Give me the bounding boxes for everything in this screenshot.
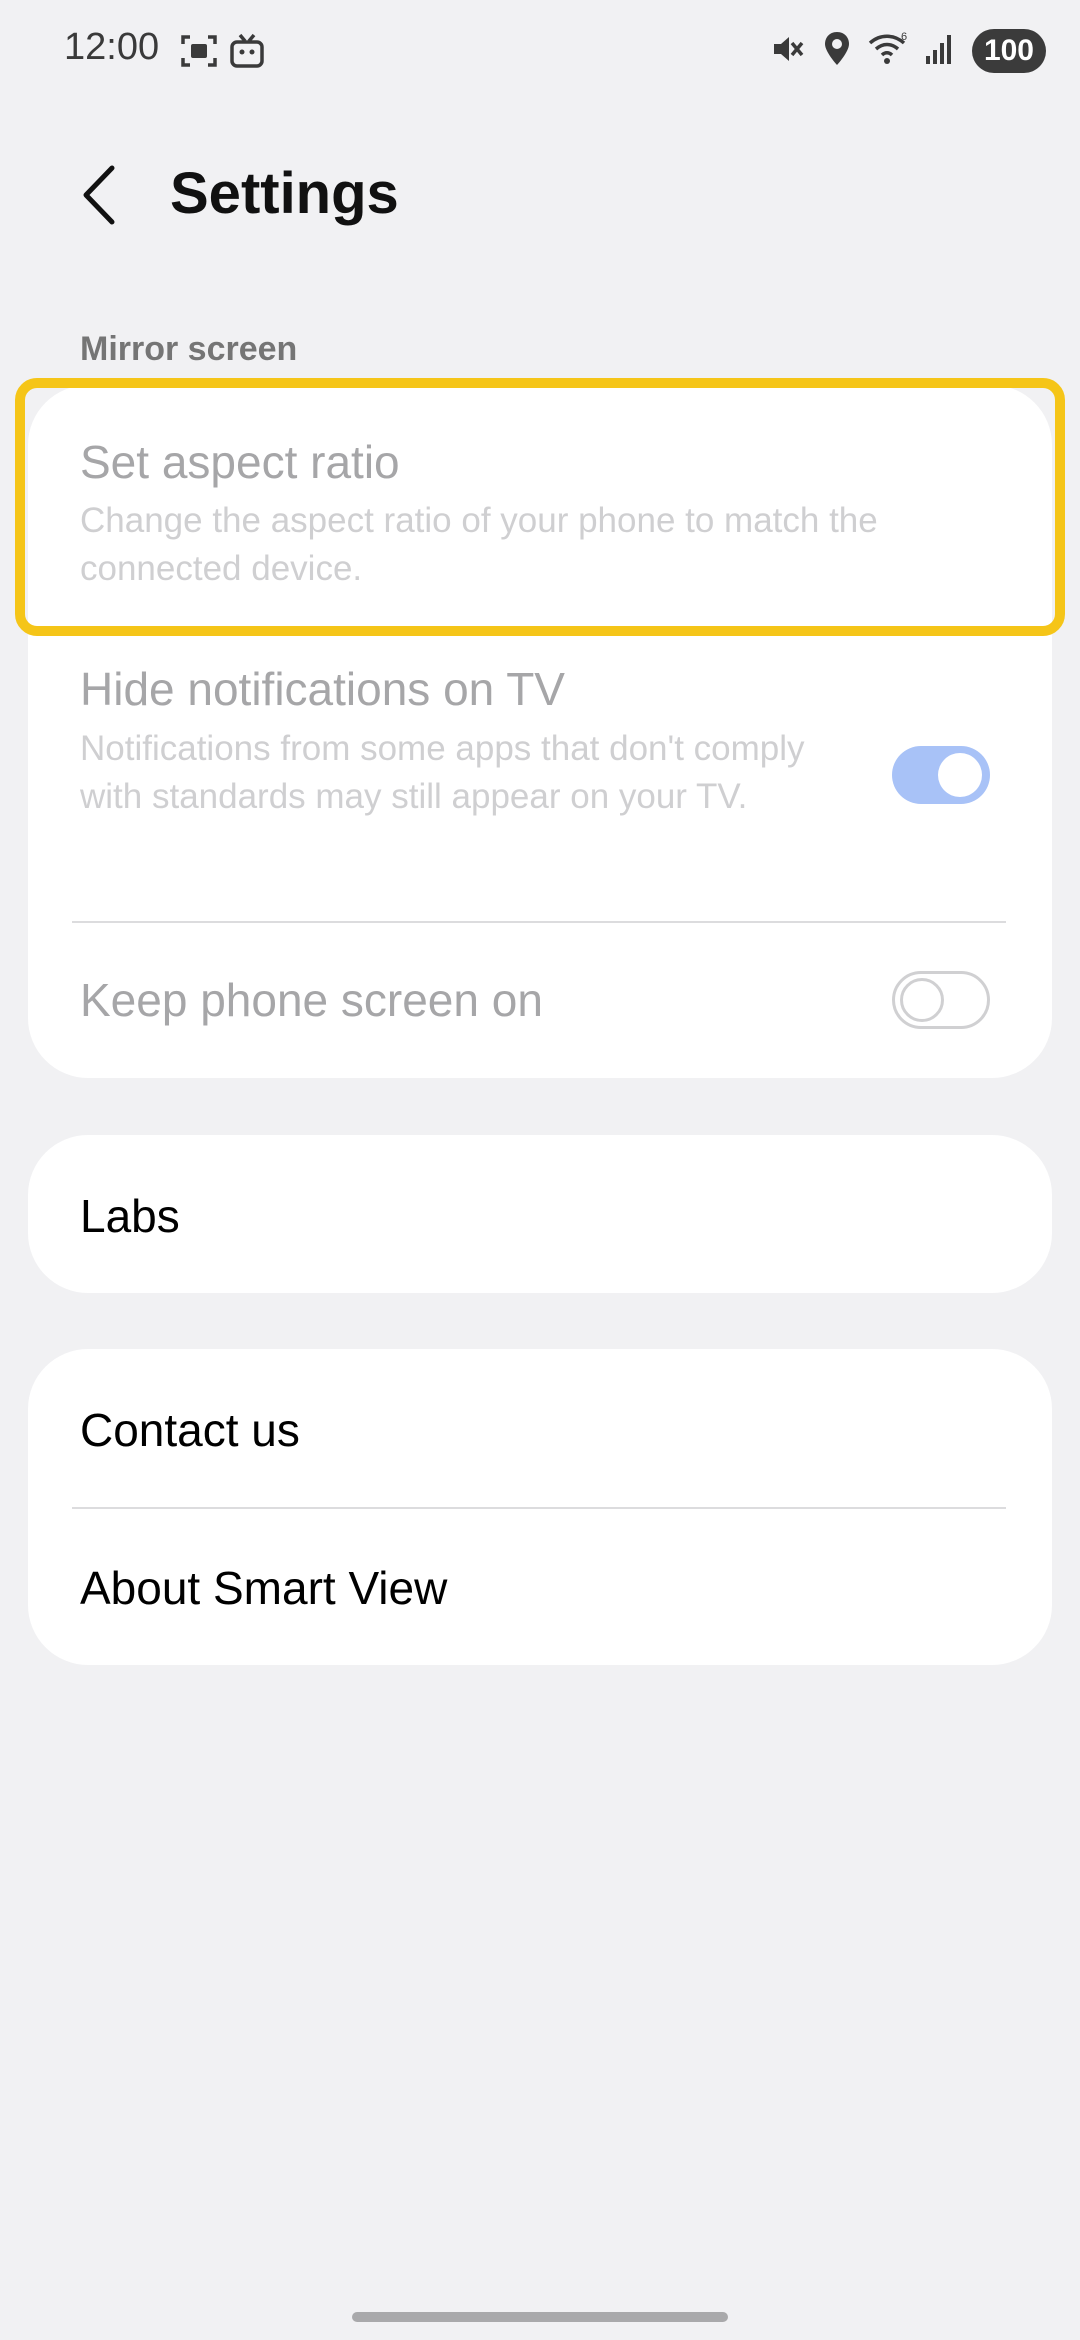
svg-text:6: 6 xyxy=(901,31,907,43)
battery-indicator: 100 xyxy=(971,29,1046,73)
signal-icon xyxy=(924,32,956,71)
location-icon xyxy=(822,30,852,73)
wifi-icon: 6 xyxy=(868,31,908,72)
about-label: About Smart View xyxy=(80,1562,448,1614)
mute-icon xyxy=(770,31,806,72)
mirror-screen-card: Set aspect ratio Change the aspect ratio… xyxy=(28,385,1052,1078)
toggle-knob xyxy=(938,753,982,797)
hide-notifications-item[interactable]: Hide notifications on TV Notifications f… xyxy=(28,640,1052,920)
hide-notifications-title: Hide notifications on TV xyxy=(80,663,565,715)
home-indicator[interactable] xyxy=(352,2312,728,2322)
hide-notifications-subtitle: Notifications from some apps that don't … xyxy=(80,729,805,816)
support-card: Contact us About Smart View xyxy=(28,1349,1052,1665)
divider xyxy=(72,921,1006,923)
chevron-left-icon xyxy=(83,165,115,225)
set-aspect-ratio-title: Set aspect ratio xyxy=(80,436,400,488)
status-time: 12:00 xyxy=(64,26,160,68)
labs-item[interactable]: Labs xyxy=(28,1135,1052,1293)
set-aspect-ratio-subtitle: Change the aspect ratio of your phone to… xyxy=(80,501,878,588)
contact-us-label: Contact us xyxy=(80,1404,300,1456)
status-bar: 12:00 6 100 xyxy=(0,0,1080,100)
labs-label: Labs xyxy=(80,1190,180,1242)
section-header-mirror-screen: Mirror screen xyxy=(80,330,298,368)
keep-screen-on-item[interactable]: Keep phone screen on xyxy=(28,925,1052,1075)
keep-screen-on-toggle[interactable] xyxy=(892,971,990,1029)
page-title: Settings xyxy=(170,161,399,226)
contact-us-item[interactable]: Contact us xyxy=(28,1349,1052,1505)
keep-screen-on-title: Keep phone screen on xyxy=(80,974,543,1026)
back-button[interactable] xyxy=(70,160,130,230)
screenshot-icon xyxy=(180,32,218,75)
tv-icon xyxy=(228,32,266,75)
hide-notifications-toggle[interactable] xyxy=(892,746,990,804)
about-item[interactable]: About Smart View xyxy=(28,1509,1052,1665)
toggle-knob xyxy=(900,978,944,1022)
labs-card: Labs xyxy=(28,1135,1052,1293)
set-aspect-ratio-item[interactable]: Set aspect ratio Change the aspect ratio… xyxy=(28,385,1052,635)
